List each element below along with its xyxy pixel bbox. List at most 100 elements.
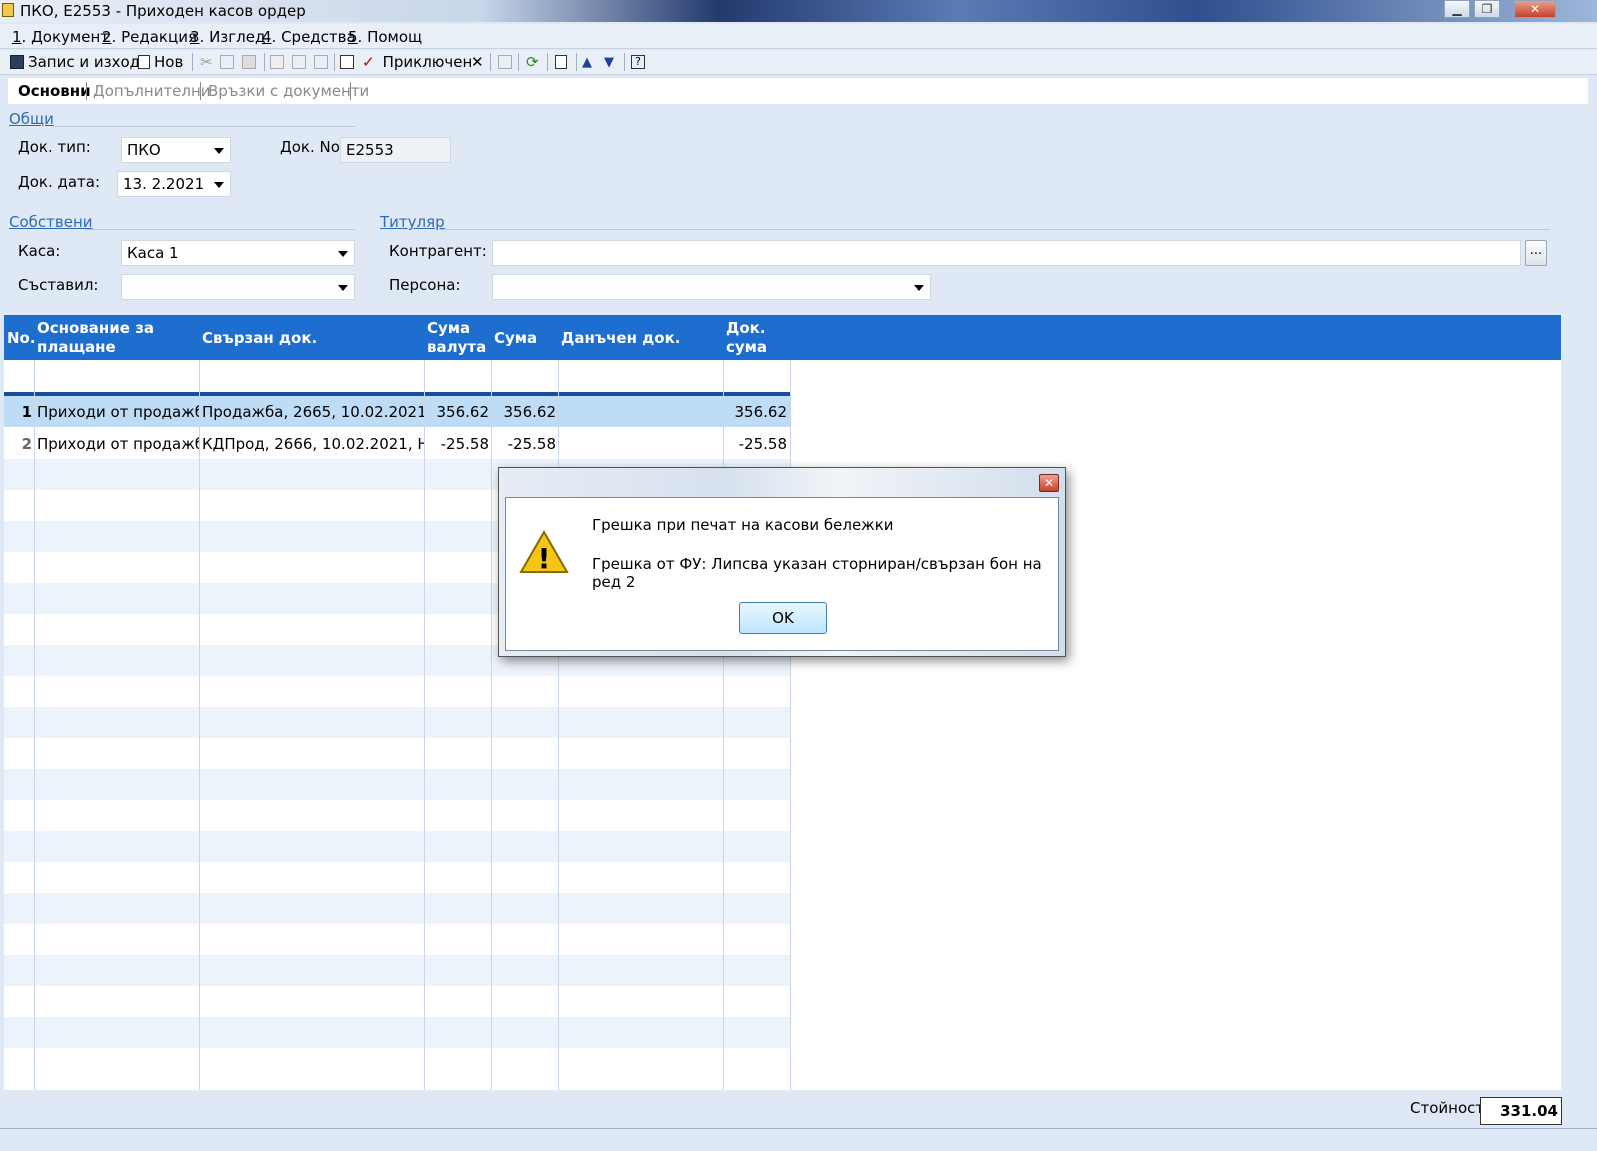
table-row[interactable]: 2 Приходи от продажби КДПрод, 2666, 10.0… bbox=[4, 428, 790, 459]
empty-row bbox=[4, 800, 790, 831]
dialog-body: ! Грешка при печат на касови бележки Гре… bbox=[505, 497, 1059, 651]
chevron-down-icon bbox=[214, 148, 224, 154]
cash-select[interactable]: Каса 1 bbox=[121, 240, 355, 266]
persona-select[interactable] bbox=[492, 274, 931, 300]
filter-row[interactable] bbox=[4, 360, 790, 392]
empty-row bbox=[4, 955, 790, 986]
close-window-button[interactable]: ✕ bbox=[1514, 0, 1556, 18]
doc-no-field[interactable]: E2553 bbox=[340, 137, 451, 163]
finalized-toggle[interactable]: ✓ Приключен bbox=[362, 53, 472, 71]
col-header-amount-currency[interactable]: Сума валута bbox=[427, 319, 486, 357]
redacted-value bbox=[493, 246, 613, 260]
edit-document-icon[interactable] bbox=[340, 53, 354, 71]
cancel-icon[interactable]: ✕ bbox=[471, 53, 484, 71]
empty-row bbox=[4, 1017, 790, 1048]
error-dialog: ✕ ! Грешка при печат на касови бележки Г… bbox=[498, 467, 1066, 657]
column-divider bbox=[424, 360, 425, 1090]
paste-icon[interactable] bbox=[242, 53, 256, 71]
empty-row bbox=[4, 862, 790, 893]
contragent-lookup-button[interactable]: ... bbox=[1525, 240, 1547, 266]
minimize-button[interactable]: ▁ bbox=[1444, 0, 1470, 18]
section-holder: Титуляр bbox=[380, 213, 445, 231]
toolbar-separator bbox=[264, 53, 265, 71]
menu-edit[interactable]: 2. Редакция bbox=[102, 28, 197, 46]
cash-label: Каса: bbox=[18, 242, 61, 260]
floppy-icon bbox=[10, 55, 24, 69]
ok-button[interactable]: OK bbox=[739, 602, 827, 634]
warning-icon: ! bbox=[519, 530, 569, 574]
column-divider bbox=[491, 360, 492, 1090]
save-exit-button[interactable]: Запис и изход bbox=[10, 53, 140, 71]
toolbar-separator bbox=[624, 53, 625, 71]
col-header-amount[interactable]: Сума bbox=[494, 329, 537, 348]
window-title: ПКО, E2553 - Приходен касов ордер bbox=[20, 2, 306, 20]
export-icon[interactable] bbox=[314, 53, 328, 71]
maximize-button[interactable]: ❐ bbox=[1474, 0, 1500, 18]
toolbar-separator bbox=[490, 53, 491, 71]
menu-view[interactable]: 3. Изглед bbox=[190, 28, 265, 46]
cell-doc-amount: -25.58 bbox=[738, 435, 787, 453]
copy-icon[interactable] bbox=[220, 53, 234, 71]
toolbar-separator bbox=[547, 53, 548, 71]
arrow-down-icon[interactable]: ▼ bbox=[604, 53, 614, 71]
column-divider bbox=[199, 360, 200, 1090]
dialog-close-button[interactable]: ✕ bbox=[1039, 474, 1059, 492]
cell-no: 2 bbox=[21, 435, 32, 453]
cell-linked-doc: КДПрод, 2666, 10.02.2021, Нико... bbox=[202, 435, 424, 453]
cell-amount: 356.62 bbox=[503, 403, 557, 421]
menu-document[interactable]: 1. Документ bbox=[12, 28, 109, 46]
doc-date-label: Док. дата: bbox=[18, 173, 101, 191]
tab-document-links[interactable]: Връзки с документи bbox=[208, 82, 369, 100]
cell-amount-currency: -25.58 bbox=[440, 435, 489, 453]
cell-amount: -25.58 bbox=[507, 435, 556, 453]
title-bar: ПКО, E2553 - Приходен касов ордер ▁ ❐ ✕ bbox=[0, 0, 1597, 22]
dialog-message-title: Грешка при печат на касови бележки bbox=[592, 516, 894, 534]
toolbar-separator bbox=[518, 53, 519, 71]
col-header-no[interactable]: No. bbox=[7, 329, 36, 348]
total-label: Стойност: bbox=[1410, 1099, 1490, 1117]
blank-page-icon[interactable] bbox=[555, 53, 567, 71]
grid-header: No. Основание за плащане Свързан док. Сум… bbox=[4, 315, 1561, 360]
section-general: Общи bbox=[9, 110, 54, 128]
doc-type-select[interactable]: ПКО bbox=[121, 137, 231, 163]
app-icon bbox=[2, 3, 14, 17]
column-divider bbox=[34, 360, 35, 1090]
new-button[interactable]: Нов bbox=[138, 53, 183, 71]
contragent-field[interactable] bbox=[492, 240, 1521, 266]
print-icon[interactable] bbox=[270, 53, 284, 71]
menu-tools[interactable]: 4. Средства bbox=[262, 28, 356, 46]
toolbar-separator bbox=[576, 53, 577, 71]
table-row[interactable]: 1 Приходи от продажби Продажба, 2665, 10… bbox=[4, 396, 790, 427]
col-header-tax-doc[interactable]: Данъчен док. bbox=[561, 329, 680, 348]
total-value: 331.04 bbox=[1480, 1097, 1562, 1125]
redacted-value bbox=[493, 280, 553, 294]
arrow-up-icon[interactable]: ▲ bbox=[582, 53, 592, 71]
doc-date-picker[interactable]: 13. 2.2021 bbox=[117, 171, 231, 197]
chevron-down-icon bbox=[914, 285, 924, 291]
list-icon[interactable] bbox=[498, 53, 512, 71]
cell-no: 1 bbox=[21, 403, 32, 421]
tab-main[interactable]: Основни bbox=[18, 82, 91, 100]
col-header-linked-doc[interactable]: Свързан док. bbox=[202, 329, 317, 348]
doc-type-label: Док. тип: bbox=[18, 138, 91, 156]
redacted-value bbox=[142, 280, 292, 294]
col-header-basis[interactable]: Основание за плащане bbox=[37, 319, 154, 357]
refresh-icon[interactable]: ⟳ bbox=[526, 53, 539, 71]
section-own: Собствени bbox=[9, 213, 93, 231]
section-divider bbox=[85, 229, 355, 230]
status-bar bbox=[0, 1092, 1597, 1126]
cut-icon[interactable]: ✂ bbox=[200, 53, 213, 71]
help-icon[interactable]: ? bbox=[631, 53, 645, 71]
print-preview-icon[interactable] bbox=[292, 53, 306, 71]
author-select[interactable] bbox=[121, 274, 355, 300]
empty-row bbox=[4, 893, 790, 924]
author-label: Съставил: bbox=[18, 276, 99, 294]
tab-additional[interactable]: Допълнителни bbox=[93, 82, 211, 100]
bottom-border bbox=[0, 1128, 1597, 1129]
payment-lines-grid: No. Основание за плащане Свързан док. Сум… bbox=[4, 315, 1561, 1090]
menu-help[interactable]: 5. Помощ bbox=[348, 28, 422, 46]
col-header-doc-amount[interactable]: Док. сума bbox=[726, 319, 767, 357]
tab-separator bbox=[86, 82, 87, 100]
tab-strip: Основни Допълнителни Връзки с документи bbox=[8, 78, 1588, 104]
svg-text:!: ! bbox=[538, 542, 551, 574]
